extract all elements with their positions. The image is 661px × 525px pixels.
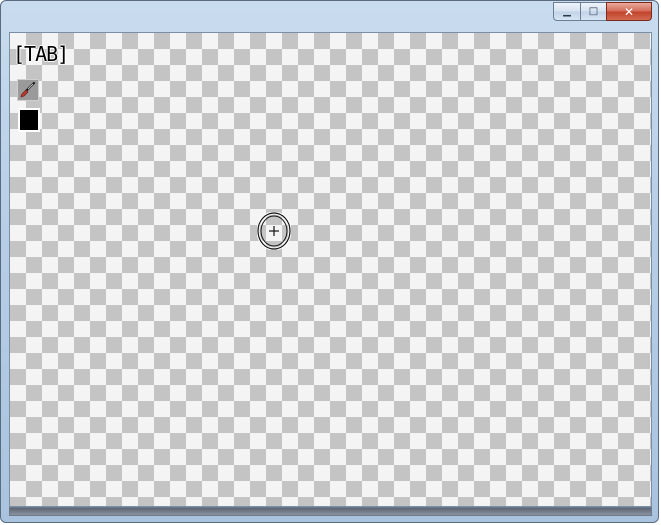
drawing-canvas[interactable]: [TAB]	[9, 32, 652, 507]
bottom-bar	[9, 507, 652, 516]
crosshair-circle-icon	[257, 212, 291, 250]
tab-hint-label: [TAB]	[13, 42, 69, 66]
close-icon: ✕	[623, 4, 635, 19]
minimize-button[interactable]: ▁	[553, 2, 580, 21]
app-window: ▁ □ ✕ [TAB]	[0, 0, 659, 523]
caption-buttons: ▁ □ ✕	[553, 2, 652, 22]
paintbrush-icon	[20, 81, 36, 98]
title-bar[interactable]: ▁ □ ✕	[1, 1, 658, 31]
current-color-swatch[interactable]	[18, 108, 40, 132]
brush-tool-button[interactable]	[17, 79, 39, 101]
close-button[interactable]: ✕	[606, 2, 652, 21]
maximize-icon: □	[588, 6, 599, 17]
maximize-button[interactable]: □	[580, 2, 606, 21]
minimize-icon: ▁	[563, 6, 571, 17]
